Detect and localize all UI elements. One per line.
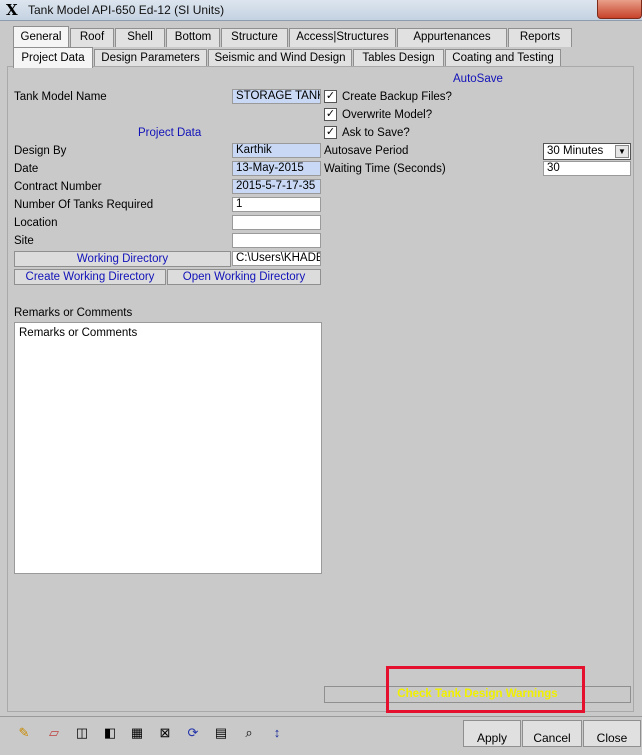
tab-access-structures[interactable]: Access|Structures bbox=[289, 28, 396, 47]
autosave-header: AutoSave bbox=[453, 73, 503, 85]
window-title: Tank Model API-650 Ed-12 (SI Units) bbox=[28, 3, 225, 17]
working-directory-field[interactable]: C:\Users\KHADE bbox=[232, 251, 321, 266]
waiting-time-field[interactable]: 30 bbox=[543, 161, 631, 176]
notes-icon[interactable]: ▤ bbox=[213, 725, 229, 741]
highlight-box bbox=[386, 666, 585, 713]
tab-reports[interactable]: Reports bbox=[508, 28, 572, 47]
pencil-icon[interactable]: ✎ bbox=[16, 725, 32, 741]
design-by-label: Design By bbox=[14, 145, 67, 157]
autosave-period-select[interactable]: 30 Minutes ▼ bbox=[543, 143, 631, 160]
ask-to-save-checkbox[interactable]: ✓ bbox=[324, 126, 337, 139]
refresh-icon[interactable]: ⟳ bbox=[185, 725, 201, 741]
open-working-directory-button[interactable]: Open Working Directory bbox=[167, 269, 321, 285]
location-field[interactable] bbox=[232, 215, 321, 230]
contract-number-label: Contract Number bbox=[14, 181, 102, 193]
date-field[interactable]: 13-May-2015 bbox=[232, 161, 321, 176]
create-working-directory-button[interactable]: Create Working Directory bbox=[14, 269, 166, 285]
checkmark-icon: ✓ bbox=[325, 126, 336, 138]
grid-icon[interactable]: ▦ bbox=[129, 725, 145, 741]
tab-shell[interactable]: Shell bbox=[115, 28, 165, 47]
ask-to-save-label: Ask to Save? bbox=[342, 127, 410, 139]
checkmark-icon: ✓ bbox=[325, 108, 336, 120]
autosave-period-label: Autosave Period bbox=[324, 145, 409, 157]
num-tanks-field[interactable]: 1 bbox=[232, 197, 321, 212]
remarks-textarea[interactable]: Remarks or Comments bbox=[14, 322, 322, 574]
chevron-down-icon[interactable]: ▼ bbox=[615, 145, 629, 158]
title-bar: X Tank Model API-650 Ed-12 (SI Units) bbox=[0, 0, 642, 21]
working-directory-button[interactable]: Working Directory bbox=[14, 251, 231, 267]
remarks-label: Remarks or Comments bbox=[14, 307, 133, 319]
columns-icon[interactable]: ◫ bbox=[74, 725, 90, 741]
resize-vertical-icon[interactable]: ↕ bbox=[269, 725, 285, 741]
tab-roof[interactable]: Roof bbox=[70, 28, 114, 47]
bottom-toolbar: ✎ ▱ ◫ ◧ ▦ ⊠ ⟳ ▤ ⌕ ↕ Apply Cancel Close bbox=[0, 716, 642, 747]
eraser-icon[interactable]: ▱ bbox=[46, 725, 62, 741]
date-label: Date bbox=[14, 163, 39, 175]
dark-columns-icon[interactable]: ◧ bbox=[102, 725, 118, 741]
close-button[interactable]: Close bbox=[583, 720, 641, 747]
create-backup-label: Create Backup Files? bbox=[342, 91, 452, 103]
design-by-field[interactable]: Karthik bbox=[232, 143, 321, 158]
site-field[interactable] bbox=[232, 233, 321, 248]
overwrite-model-label: Overwrite Model? bbox=[342, 109, 433, 121]
window-close-button[interactable] bbox=[597, 0, 642, 19]
overwrite-model-checkbox[interactable]: ✓ bbox=[324, 108, 337, 121]
tab-structure[interactable]: Structure bbox=[221, 28, 288, 47]
location-label: Location bbox=[14, 217, 58, 229]
project-data-header: Project Data bbox=[138, 127, 202, 139]
tank-model-name-label: Tank Model Name bbox=[14, 91, 107, 103]
num-tanks-label: Number Of Tanks Required bbox=[14, 199, 154, 211]
autosave-period-value: 30 Minutes bbox=[547, 145, 604, 157]
app-logo-icon: X bbox=[6, 1, 18, 19]
tank-model-name-field[interactable]: STORAGE TANK bbox=[232, 89, 321, 104]
resize-icon[interactable]: ⊠ bbox=[157, 725, 173, 741]
tab-bottom[interactable]: Bottom bbox=[166, 28, 220, 47]
site-label: Site bbox=[14, 235, 34, 247]
cancel-button[interactable]: Cancel bbox=[522, 720, 582, 747]
search-icon[interactable]: ⌕ bbox=[241, 725, 257, 741]
apply-button[interactable]: Apply bbox=[463, 720, 521, 747]
waiting-time-label: Waiting Time (Seconds) bbox=[324, 163, 446, 175]
tab-appurtenances[interactable]: Appurtenances bbox=[397, 28, 507, 47]
contract-number-field[interactable]: 2015-5-7-17-35 bbox=[232, 179, 321, 194]
main-tab-bar: General Roof Shell Bottom Structure Acce… bbox=[13, 26, 633, 48]
checkmark-icon: ✓ bbox=[325, 90, 336, 102]
tab-project-data[interactable]: Project Data bbox=[13, 47, 93, 68]
create-backup-checkbox[interactable]: ✓ bbox=[324, 90, 337, 103]
tab-general[interactable]: General bbox=[13, 26, 69, 47]
